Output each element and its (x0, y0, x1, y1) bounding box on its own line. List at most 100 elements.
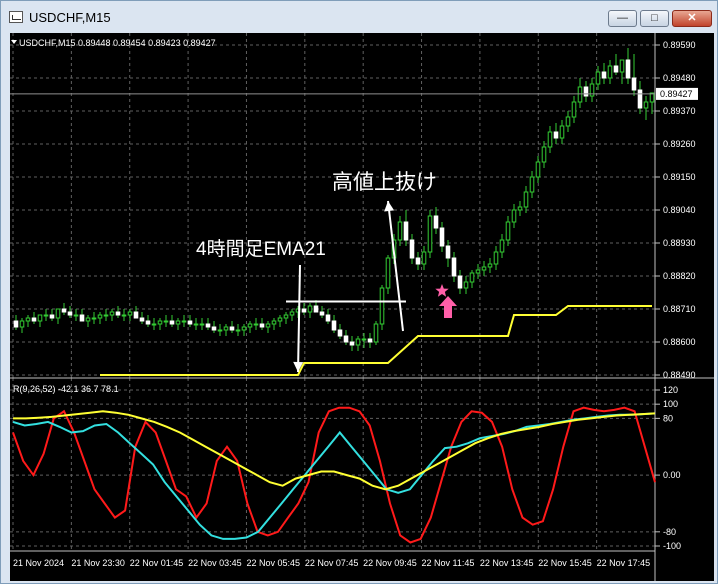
chart-area[interactable]: 0.89427 4時間足EMA21 高値上抜け 21 Nov 2024 21 Nov … (10, 33, 714, 581)
candle-body (343, 335, 349, 343)
chart-window-icon (9, 11, 23, 23)
candle-body (553, 131, 559, 139)
time-tick-label: 22 Nov 01:45 (130, 558, 184, 568)
chart-header: USDCHF,M15 0.89448 0.89454 0.89423 0.894… (19, 38, 216, 48)
candle-body (517, 206, 523, 211)
title-bar[interactable]: USDCHF,M15 — □ ✕ (1, 1, 717, 33)
candle-body (445, 245, 451, 259)
candle-body (523, 191, 529, 208)
annotation-high-break-text: 高値上抜け (332, 171, 437, 194)
candle-body (133, 311, 139, 319)
annotation-ema21-text: 4時間足EMA21 (196, 238, 326, 260)
candle-body (547, 131, 553, 148)
candle-body (187, 320, 193, 325)
time-tick-label: 22 Nov 11:45 (422, 558, 475, 568)
osc-tick-label: 0.00 (663, 470, 681, 480)
candle-body (151, 323, 157, 326)
candle-body (13, 320, 19, 328)
candle-body (577, 86, 583, 103)
candle-body (331, 320, 337, 331)
candle-body (37, 314, 43, 322)
candle-body (49, 314, 55, 319)
candle-body (529, 176, 535, 193)
candle-body (19, 320, 25, 328)
time-tick-label: 22 Nov 17:45 (597, 558, 651, 568)
candle-body (367, 338, 373, 343)
candle-body (505, 221, 511, 241)
minimize-button[interactable]: — (608, 10, 637, 27)
candle-body (397, 221, 403, 241)
candle-body (475, 269, 481, 274)
candle-body (229, 326, 235, 331)
candle-body (127, 311, 133, 316)
price-tick-label: 0.89150 (663, 172, 696, 182)
osc-tick-label: 120 (663, 385, 678, 395)
candle-body (271, 320, 277, 325)
candle-body (61, 308, 67, 313)
candle-body (43, 314, 49, 317)
candle-body (601, 71, 607, 79)
candle-body (193, 323, 199, 326)
time-tick-label: 21 Nov 23:30 (71, 558, 125, 568)
candle-body (481, 266, 487, 271)
candle-body (415, 257, 421, 265)
minimize-icon: — (617, 12, 628, 24)
candle-body (565, 116, 571, 127)
candle-body (85, 317, 91, 322)
candle-body (91, 317, 97, 320)
candle-body (361, 338, 367, 341)
candle-body (241, 326, 247, 331)
candle-body (583, 86, 589, 97)
time-tick-label: 21 Nov 2024 (13, 558, 64, 568)
candle-body (289, 311, 295, 316)
candle-body (175, 320, 181, 325)
maximize-icon: □ (651, 12, 658, 24)
candle-body (385, 257, 391, 289)
candle-body (457, 275, 463, 289)
candle-body (115, 311, 121, 316)
price-tick-label: 0.88820 (663, 271, 696, 281)
candle-body (337, 329, 343, 337)
time-tick-label: 22 Nov 13:45 (480, 558, 534, 568)
candle-body (571, 101, 577, 118)
time-tick-label: 22 Nov 09:45 (363, 558, 417, 568)
candle-body (157, 320, 163, 325)
candle-body (217, 329, 223, 332)
candle-body (487, 263, 493, 268)
candle-body (79, 314, 85, 322)
osc-tick-label: -80 (663, 527, 676, 537)
candle-body (283, 314, 289, 319)
candle-body (427, 215, 433, 253)
candle-body (277, 317, 283, 322)
close-button[interactable]: ✕ (672, 10, 712, 27)
candle-body (109, 311, 115, 316)
price-tick-label: 0.88600 (663, 337, 696, 347)
candle-body (265, 323, 271, 328)
candle-body (301, 308, 307, 313)
candle-body (55, 308, 61, 319)
candle-body (181, 320, 187, 323)
candle-body (541, 146, 547, 163)
candle-body (379, 287, 385, 325)
price-tick-label: 0.89040 (663, 205, 696, 215)
osc-tick-label: 80 (663, 413, 673, 423)
candle-body (145, 320, 151, 325)
time-tick-label: 22 Nov 07:45 (305, 558, 359, 568)
candle-body (25, 317, 31, 322)
time-tick-label: 22 Nov 05:45 (246, 558, 300, 568)
candle-body (253, 323, 259, 326)
price-tick-label: 0.88930 (663, 238, 696, 248)
price-tick-label: 0.89260 (663, 139, 696, 149)
candle-body (325, 314, 331, 322)
candle-body (637, 89, 643, 109)
candle-body (313, 305, 319, 313)
candle-body (319, 311, 325, 316)
osc-tick-label: -100 (663, 541, 681, 551)
maximize-button[interactable]: □ (640, 10, 669, 27)
price-tick-label: 0.89480 (663, 73, 696, 83)
candle-body (535, 161, 541, 178)
candle-body (433, 215, 439, 229)
candle-body (169, 320, 175, 325)
price-tick-label: 0.89370 (663, 106, 696, 116)
candle-body (403, 221, 409, 241)
